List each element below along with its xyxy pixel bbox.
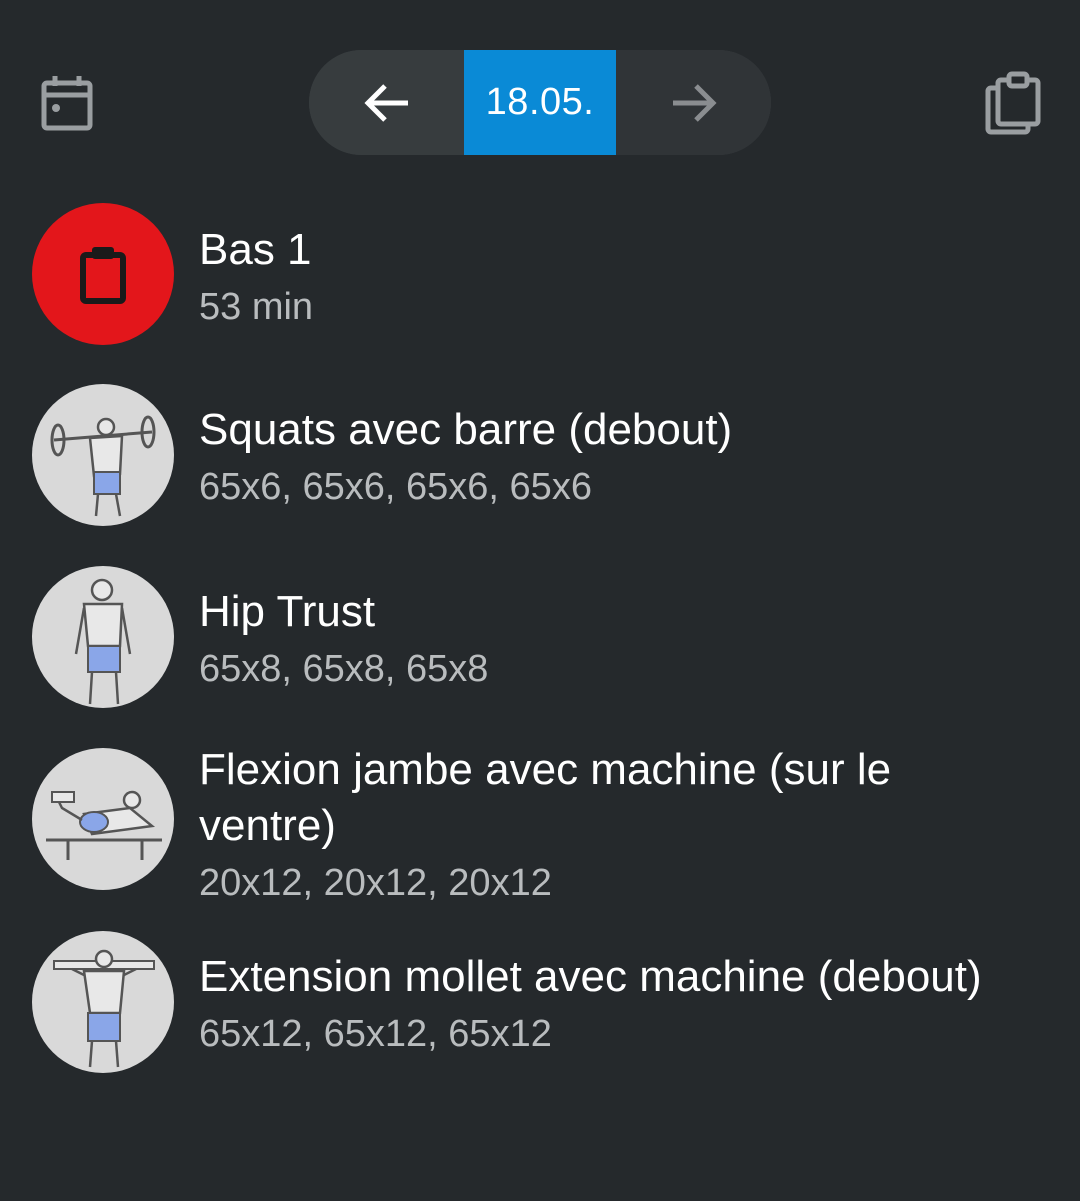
exercise-row[interactable]: Squats avec barre (debout) 65x6, 65x6, 6… xyxy=(0,382,1080,552)
current-date[interactable]: 18.05. xyxy=(464,50,616,155)
calf-raise-figure xyxy=(32,931,174,1073)
workout-summary[interactable]: Bas 1 53 min xyxy=(0,200,1080,370)
clipboard-icon xyxy=(80,247,126,304)
exercise-sets: 20x12, 20x12, 20x12 xyxy=(199,862,552,904)
exercise-row[interactable]: Flexion jambe avec machine (sur le ventr… xyxy=(0,745,1080,956)
barbell-squat-figure xyxy=(32,384,174,526)
workout-title: Bas 1 xyxy=(199,225,312,274)
exercise-row[interactable]: Hip Trust 65x8, 65x8, 65x8 xyxy=(0,564,1080,734)
exercise-texts: Squats avec barre (debout) 65x6, 65x6, 6… xyxy=(199,402,1059,512)
exercise-name: Extension mollet avec machine (debout) xyxy=(199,952,982,1001)
exercise-texts: Extension mollet avec machine (debout) 6… xyxy=(199,949,1059,1059)
arrow-right-icon xyxy=(672,83,717,122)
exercise-sets: 65x8, 65x8, 65x8 xyxy=(199,648,489,690)
workout-avatar xyxy=(32,203,174,345)
previous-day-button[interactable] xyxy=(309,50,464,155)
exercise-name: Squats avec barre (debout) xyxy=(199,405,733,454)
workout-duration: 53 min xyxy=(199,286,314,328)
exercise-sets: 65x12, 65x12, 65x12 xyxy=(199,1013,552,1055)
hip-thrust-figure xyxy=(32,566,174,708)
calendar-icon[interactable] xyxy=(27,63,107,143)
exercise-texts: Flexion jambe avec machine (sur le ventr… xyxy=(199,742,1059,908)
lying-leg-curl-figure xyxy=(32,748,174,890)
arrow-left-icon xyxy=(363,83,408,122)
exercise-name: Flexion jambe avec machine (sur le ventr… xyxy=(199,745,892,850)
exercise-name: Hip Trust xyxy=(199,587,376,636)
date-navigator: 18.05. xyxy=(309,50,771,155)
next-day-button[interactable] xyxy=(616,50,771,155)
exercise-row[interactable]: Extension mollet avec machine (debout) 6… xyxy=(0,929,1080,1099)
exercise-sets: 65x6, 65x6, 65x6, 65x6 xyxy=(199,466,592,508)
workout-texts: Bas 1 53 min xyxy=(199,222,1059,332)
exercise-texts: Hip Trust 65x8, 65x8, 65x8 xyxy=(199,584,1059,694)
copy-clipboard-icon[interactable] xyxy=(973,63,1053,143)
top-bar: 18.05. xyxy=(0,0,1080,190)
